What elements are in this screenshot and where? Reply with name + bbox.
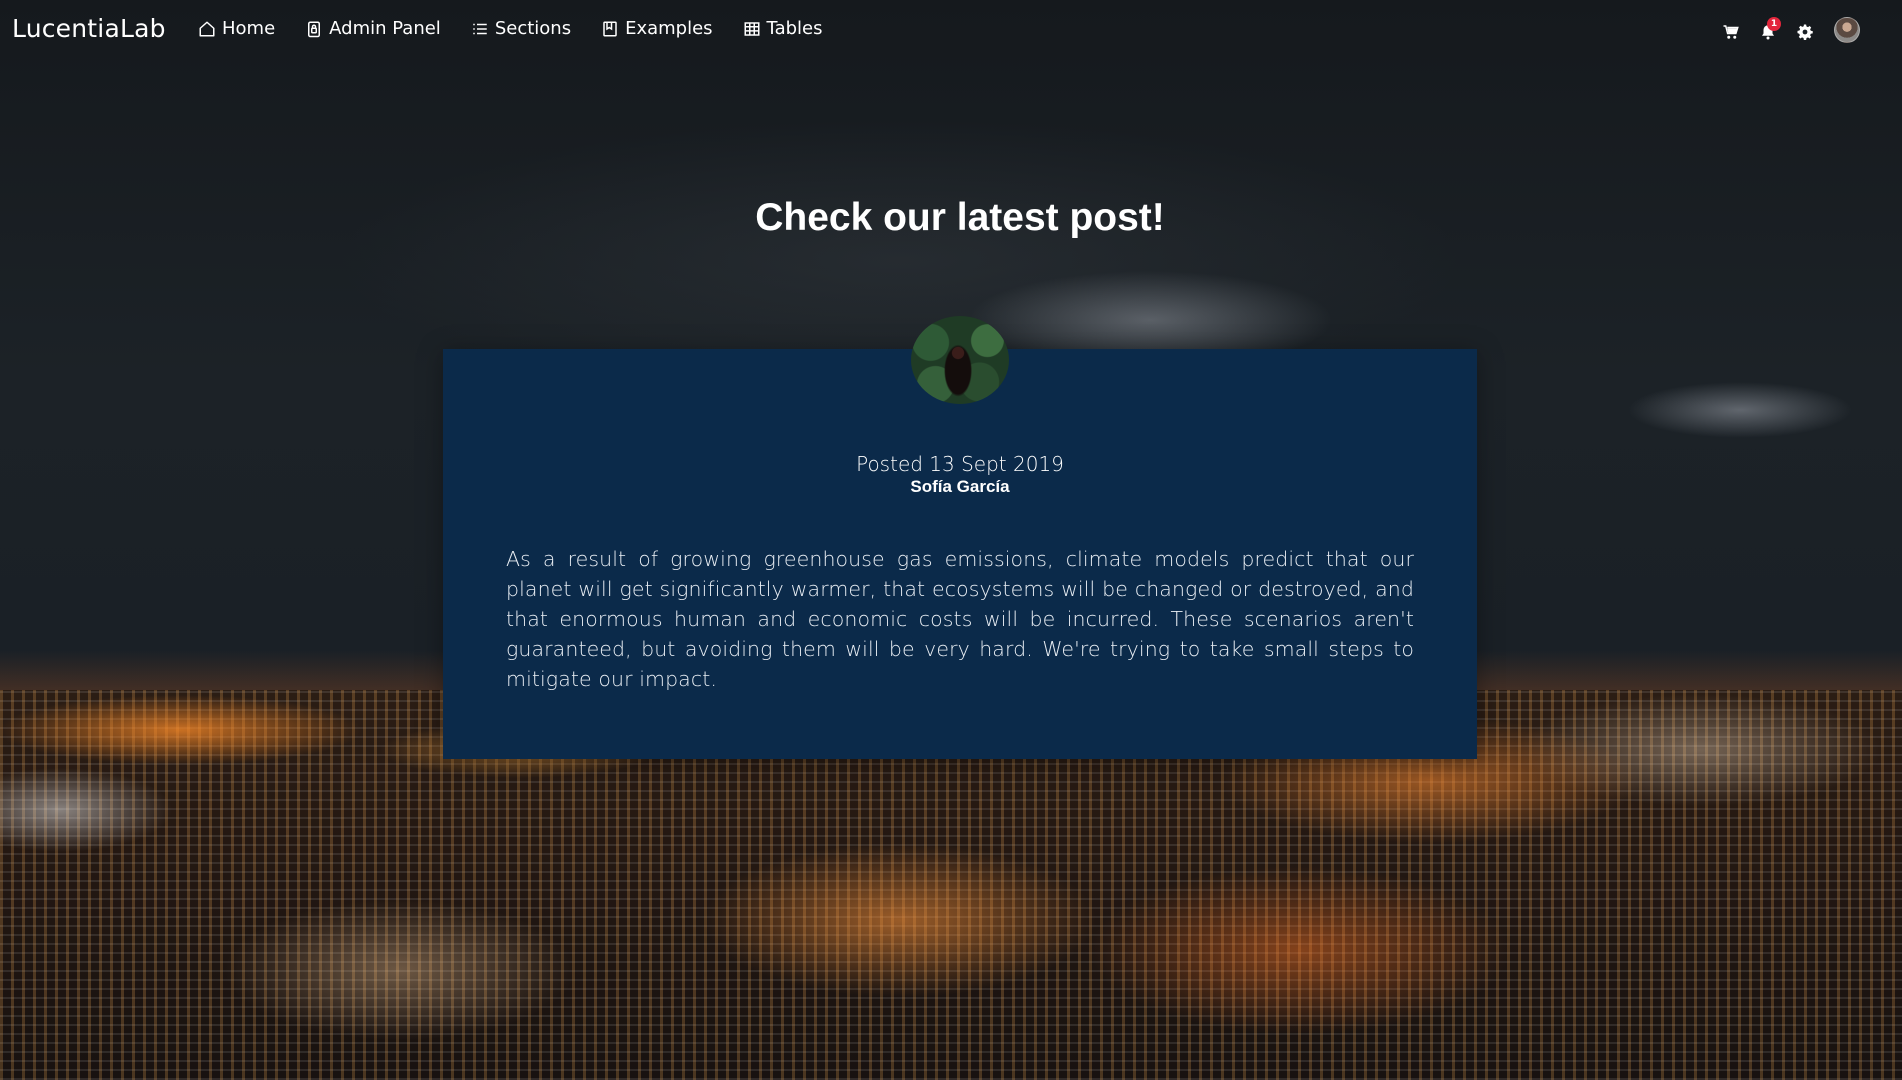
nav-item-admin-panel[interactable]: Admin Panel: [305, 18, 441, 39]
list-icon: [473, 23, 487, 34]
nav-item-label: Sections: [494, 18, 572, 39]
notification-badge: 1: [1767, 16, 1781, 31]
cart-icon: [1723, 24, 1739, 39]
gear-icon: [1797, 24, 1813, 40]
nav-item-label: Admin Panel: [329, 18, 441, 39]
settings-button[interactable]: [1796, 23, 1814, 41]
avatar[interactable]: [1834, 17, 1860, 43]
nav-menu: Home Admin Panel Sections Examples Table…: [198, 18, 852, 39]
lock-icon: [308, 21, 321, 37]
table-icon: [744, 21, 760, 36]
nav-item-label: Home: [222, 18, 276, 39]
nav-item-label: Examples: [625, 18, 713, 39]
cart-button[interactable]: [1722, 23, 1740, 41]
nav-item-sections[interactable]: Sections: [471, 18, 571, 39]
nav-item-label: Tables: [766, 18, 823, 39]
post-author[interactable]: Sofía García: [443, 477, 1477, 497]
nav-item-examples[interactable]: Examples: [601, 18, 713, 39]
nav-actions: 1: [1703, 16, 1860, 43]
post-date: Posted 13 Sept 2019: [856, 452, 1064, 476]
notifications-button[interactable]: 1: [1759, 16, 1781, 41]
section-title: Check our latest post!: [755, 196, 1165, 239]
nav-item-tables[interactable]: Tables: [743, 18, 823, 39]
brand-logo[interactable]: LucentiaLab: [12, 14, 166, 43]
author-avatar[interactable]: [911, 316, 1009, 404]
post-body-text: As a result of growing greenhouse gas em…: [506, 547, 1414, 691]
book-icon: [603, 21, 617, 36]
nav-item-home[interactable]: Home: [198, 18, 275, 39]
post-meta: Posted 13 Sept 2019 Sofía García: [443, 452, 1477, 497]
top-navbar: LucentiaLab Home Admin Panel Sections Ex…: [0, 0, 1902, 62]
home-icon: [199, 21, 215, 36]
page-background: LucentiaLab Home Admin Panel Sections Ex…: [0, 0, 1902, 1080]
